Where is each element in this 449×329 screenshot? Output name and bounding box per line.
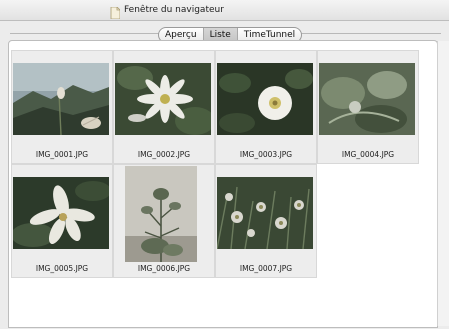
photo-thumbnail	[217, 177, 313, 249]
photo-thumbnail	[217, 63, 313, 135]
thumbnail-item[interactable]: IMG_0007.JPG	[215, 164, 317, 278]
photo-thumbnail	[125, 166, 197, 262]
thumbnail-item[interactable]: IMG_0002.JPG	[113, 50, 215, 164]
window-title: Fenêtre du navigateur	[124, 5, 224, 15]
thumbnail-filename: IMG_0004.JPG	[341, 150, 395, 159]
vertical-scrollbar[interactable]	[437, 41, 449, 326]
thumbnail-item[interactable]: IMG_0003.JPG	[215, 50, 317, 164]
thumbnail-filename: IMG_0007.JPG	[239, 264, 293, 273]
window-app-icon	[110, 4, 121, 20]
thumbnail-filename: IMG_0001.JPG	[35, 150, 89, 159]
thumbnail-filename: IMG_0003.JPG	[239, 150, 293, 159]
thumbnail-filename: IMG_0006.JPG	[137, 264, 191, 273]
browser-window: Fenêtre du navigateur Aperçu Liste TimeT…	[0, 0, 449, 329]
thumbnail-filename: IMG_0005.JPG	[35, 264, 89, 273]
thumbnail-item[interactable]: IMG_0004.JPG	[317, 50, 419, 164]
thumbnail-filename: IMG_0002.JPG	[137, 150, 191, 159]
thumbnail-item[interactable]: IMG_0001.JPG	[11, 50, 113, 164]
photo-thumbnail	[115, 63, 211, 135]
title-wrap: Fenêtre du navigateur	[110, 2, 224, 20]
thumbnail-item[interactable]: IMG_0005.JPG	[11, 164, 113, 278]
title-bar[interactable]: Fenêtre du navigateur	[0, 0, 449, 21]
thumbnail-item[interactable]: IMG_0006.JPG	[113, 164, 215, 278]
photo-thumbnail	[319, 63, 415, 135]
photo-thumbnail	[13, 177, 109, 249]
photo-thumbnail	[13, 63, 109, 135]
